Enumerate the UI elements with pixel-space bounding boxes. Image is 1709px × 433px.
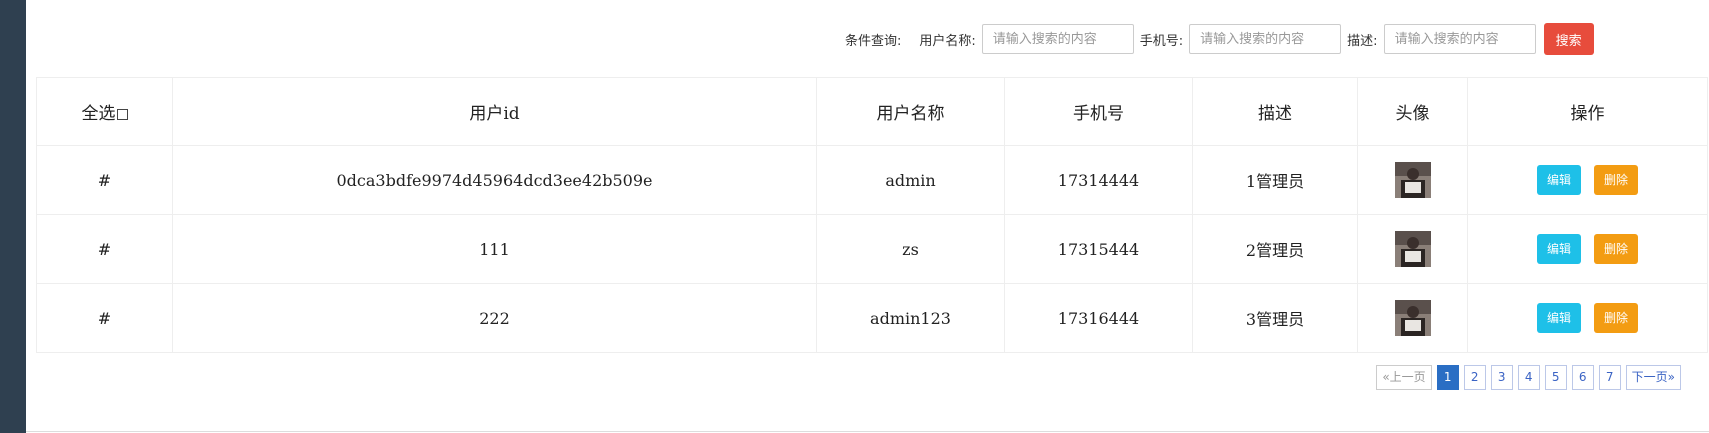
phone-header: 手机号 (1004, 77, 1193, 146)
page-2-button[interactable]: 2 (1463, 365, 1486, 390)
username-search-label: 用户名称: (919, 33, 976, 49)
actions-header: 操作 (1467, 77, 1708, 146)
search-bar: 条件查询: 用户名称: 手机号: 描述: 搜索 (845, 22, 1594, 56)
row-mark: # (36, 214, 173, 284)
actions-cell: 编辑 删除 (1467, 145, 1708, 215)
user-id-header: 用户id (172, 77, 817, 146)
user-id-cell: 0dca3bdfe9974d45964dcd3ee42b509e (172, 145, 817, 215)
page-4-button[interactable]: 4 (1517, 365, 1540, 390)
edit-button[interactable]: 编辑 (1536, 165, 1581, 195)
desc-header: 描述 (1192, 77, 1358, 146)
username-cell: admin (816, 145, 1005, 215)
table-row: # 222 admin123 17316444 3管理员 编辑 删除 (36, 283, 1708, 353)
desc-cell: 1管理员 (1192, 145, 1358, 215)
phone-search-label: 手机号: (1139, 33, 1184, 49)
phone-cell: 17315444 (1004, 214, 1193, 284)
delete-button[interactable]: 删除 (1594, 234, 1639, 264)
select-all-label: 全选 (81, 104, 116, 124)
actions-cell: 编辑 删除 (1467, 214, 1708, 284)
avatar-image (1394, 162, 1431, 198)
desc-search-label: 描述: (1347, 33, 1378, 49)
username-header: 用户名称 (816, 77, 1005, 146)
user-id-cell: 222 (172, 283, 817, 353)
edit-button[interactable]: 编辑 (1536, 303, 1581, 333)
page-6-button[interactable]: 6 (1571, 365, 1594, 390)
table-row: # 0dca3bdfe9974d45964dcd3ee42b509e admin… (36, 145, 1708, 215)
username-search-input[interactable] (981, 24, 1134, 54)
user-table: 全选 用户id 用户名称 手机号 描述 头像 操作 # 0dca3bdfe997… (36, 77, 1708, 353)
sidebar-edge (0, 0, 26, 433)
avatar-cell (1357, 214, 1468, 284)
select-all-header: 全选 (36, 77, 173, 146)
delete-button[interactable]: 删除 (1594, 165, 1639, 195)
select-all-checkbox[interactable] (116, 109, 128, 120)
desc-search-input[interactable] (1383, 24, 1536, 54)
avatar-image (1394, 300, 1431, 336)
phone-cell: 17316444 (1004, 283, 1193, 353)
row-mark: # (36, 145, 173, 215)
page-7-button[interactable]: 7 (1598, 365, 1621, 390)
page-5-button[interactable]: 5 (1544, 365, 1567, 390)
table-header-row: 全选 用户id 用户名称 手机号 描述 头像 操作 (36, 77, 1708, 146)
username-cell: zs (816, 214, 1005, 284)
desc-cell: 2管理员 (1192, 214, 1358, 284)
next-page-button[interactable]: 下一页» (1625, 365, 1681, 390)
bottom-divider (26, 431, 1709, 432)
page-1-button[interactable]: 1 (1436, 365, 1459, 390)
avatar-header: 头像 (1357, 77, 1468, 146)
table-row: # 111 zs 17315444 2管理员 编辑 删除 (36, 214, 1708, 284)
search-button[interactable]: 搜索 (1543, 23, 1594, 55)
delete-button[interactable]: 删除 (1594, 303, 1639, 333)
phone-cell: 17314444 (1004, 145, 1193, 215)
prev-page-button[interactable]: «上一页 (1376, 365, 1432, 390)
phone-search-input[interactable] (1189, 24, 1342, 54)
user-id-cell: 111 (172, 214, 817, 284)
avatar-image (1394, 231, 1431, 267)
username-cell: admin123 (816, 283, 1005, 353)
avatar-cell (1357, 145, 1468, 215)
edit-button[interactable]: 编辑 (1536, 234, 1581, 264)
actions-cell: 编辑 删除 (1467, 283, 1708, 353)
pagination: «上一页 1 2 3 4 5 6 7 下一页» (1376, 365, 1681, 390)
condition-label: 条件查询: (845, 33, 902, 49)
row-mark: # (36, 283, 173, 353)
desc-cell: 3管理员 (1192, 283, 1358, 353)
page-3-button[interactable]: 3 (1490, 365, 1513, 390)
avatar-cell (1357, 283, 1468, 353)
